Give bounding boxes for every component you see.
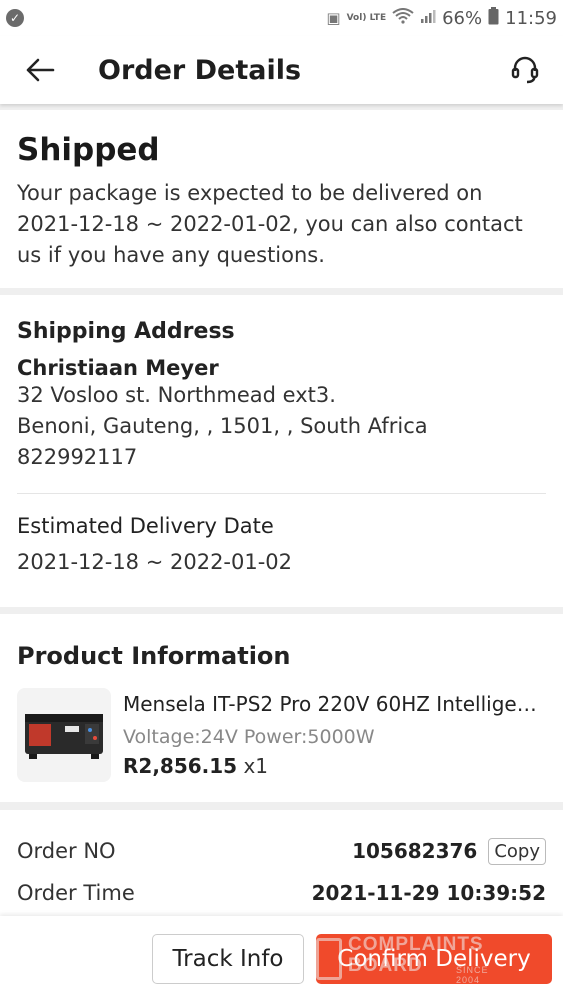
section-divider <box>17 493 546 494</box>
arrow-left-icon <box>26 58 55 82</box>
estimated-delivery-date: 2021-12-18 ~ 2022-01-02 <box>17 550 293 574</box>
battery-icon <box>488 7 499 29</box>
product-price: R2,856.15 <box>123 754 238 778</box>
order-time-label: Order Time <box>17 881 135 905</box>
address-line-1: 32 Vosloo st. Northmead ext3. <box>17 383 336 407</box>
order-status-title: Shipped <box>17 132 160 168</box>
order-info-card: Order NO 105682376 Copy Order Time 2021-… <box>0 810 563 920</box>
battery-percent: 66% <box>442 7 483 29</box>
copy-order-number-button[interactable]: Copy <box>488 837 546 865</box>
product-price-row: R2,856.15 x1 <box>123 754 546 778</box>
action-bar: Track Info Confirm Delivery COMPLAINTS B… <box>0 916 563 1000</box>
confirm-delivery-button[interactable]: Confirm Delivery <box>316 934 552 984</box>
customer-service-button[interactable] <box>505 50 545 90</box>
back-button[interactable] <box>20 50 60 90</box>
address-line-2: Benoni, Gauteng, , 1501, , South Africa <box>17 414 428 438</box>
order-time-value: 2021-11-29 10:39:52 <box>311 881 546 905</box>
shipping-address-title: Shipping Address <box>17 319 235 344</box>
order-number-row: Order NO 105682376 Copy <box>17 830 546 872</box>
recipient-name: Christiaan Meyer <box>17 356 219 380</box>
order-status-card: Shipped Your package is expected to be d… <box>0 110 563 288</box>
order-number-label: Order NO <box>17 839 116 863</box>
page-title: Order Details <box>98 54 302 86</box>
recipient-phone: 822992117 <box>17 445 138 469</box>
status-bar: ✓ ▣ Vol) LTE 66% 11:59 <box>0 0 563 36</box>
track-info-button[interactable]: Track Info <box>152 934 304 984</box>
product-quantity: x1 <box>243 754 269 778</box>
product-card: Product Information Mensela IT-PS2 Pro 2… <box>0 614 563 802</box>
order-number-value: 105682376 <box>352 839 478 863</box>
product-variant: Voltage:24V Power:5000W <box>123 726 375 748</box>
order-status-message: Your package is expected to be delivered… <box>17 181 523 267</box>
product-item[interactable]: Mensela IT-PS2 Pro 220V 60HZ Intelligent… <box>17 688 546 782</box>
product-name[interactable]: Mensela IT-PS2 Pro 220V 60HZ Intelligent… <box>123 692 546 716</box>
estimated-delivery-title: Estimated Delivery Date <box>17 514 274 538</box>
wifi-icon <box>392 8 414 28</box>
product-image[interactable] <box>17 688 111 782</box>
notification-check-icon: ✓ <box>6 9 24 27</box>
lte-indicator: Vol) LTE <box>346 12 387 23</box>
product-info-title: Product Information <box>17 642 291 670</box>
signal-icon <box>420 8 436 28</box>
order-time-row: Order Time 2021-11-29 10:39:52 <box>17 872 546 914</box>
clock: 11:59 <box>505 7 557 29</box>
headset-icon <box>511 56 539 84</box>
shipping-card: Shipping Address Christiaan Meyer 32 Vos… <box>0 295 563 607</box>
app-header: Order Details <box>0 36 563 104</box>
sim-icon: ▣ <box>326 9 341 27</box>
